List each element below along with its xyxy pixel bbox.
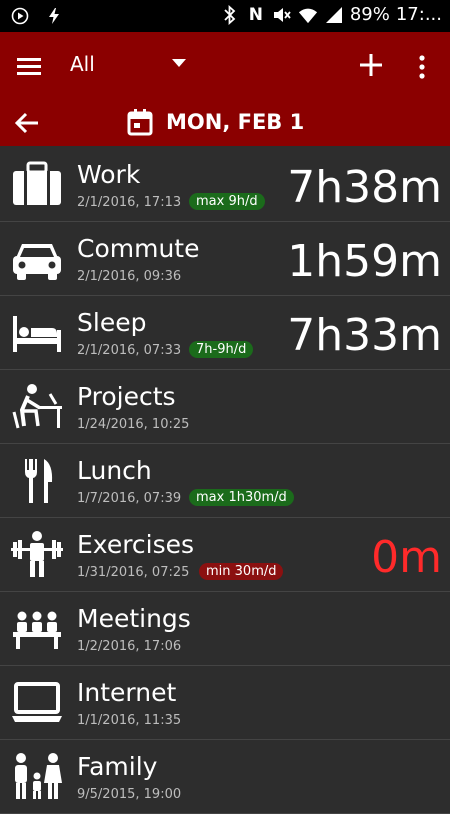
limit-badge: max 1h30m/d <box>189 489 294 506</box>
activity-duration: 7h33m <box>287 310 442 361</box>
menu-icon[interactable] <box>16 54 42 80</box>
list-item[interactable]: Work 2/1/2016, 17:13 max 9h/d 7h38m <box>0 148 450 222</box>
fork-knife-icon <box>10 456 64 506</box>
activity-list: Work 2/1/2016, 17:13 max 9h/d 7h38m Comm… <box>0 148 450 814</box>
activity-name: Lunch <box>77 456 152 485</box>
list-item[interactable]: Sleep 2/1/2016, 07:33 7h-9h/d 7h33m <box>0 296 450 370</box>
current-date[interactable]: MON, FEB 1 <box>166 110 304 134</box>
back-arrow-icon[interactable] <box>14 110 40 136</box>
activity-name: Sleep <box>77 308 147 337</box>
car-icon <box>10 234 64 284</box>
battery-level: 89% <box>349 4 390 25</box>
play-notification-icon <box>10 6 30 26</box>
activity-timestamp: 1/1/2016, 11:35 <box>77 713 182 728</box>
mute-icon <box>272 5 292 25</box>
activity-duration: 0m <box>371 532 442 583</box>
list-item[interactable]: Internet 1/1/2016, 11:35 <box>0 666 450 740</box>
activity-name: Meetings <box>77 604 191 633</box>
calendar-icon[interactable] <box>126 108 154 136</box>
limit-badge: min 30m/d <box>199 563 284 580</box>
family-icon <box>10 752 64 802</box>
nfc-icon: N <box>248 4 263 25</box>
limit-badge: max 9h/d <box>189 193 265 210</box>
list-item[interactable]: Meetings 1/2/2016, 17:06 <box>0 592 450 666</box>
flash-icon <box>44 6 64 26</box>
list-item[interactable]: Projects 1/24/2016, 10:25 <box>0 370 450 444</box>
laptop-icon <box>10 678 64 728</box>
activity-timestamp: 1/2/2016, 17:06 <box>77 639 182 654</box>
briefcase-icon <box>10 160 64 210</box>
status-bar: N 89% 17:... <box>0 0 450 32</box>
activity-timestamp: 1/31/2016, 07:25 <box>77 565 190 580</box>
activity-timestamp: 1/7/2016, 07:39 <box>77 491 182 506</box>
activity-name: Work <box>77 160 141 189</box>
activity-timestamp: 1/24/2016, 10:25 <box>77 417 190 432</box>
signal-icon <box>324 5 344 25</box>
activity-duration: 7h38m <box>287 162 442 213</box>
date-bar: MON, FEB 1 <box>0 102 450 146</box>
wifi-icon <box>298 5 318 25</box>
activity-timestamp: 2/1/2016, 07:33 <box>77 343 182 358</box>
activity-timestamp: 2/1/2016, 17:13 <box>77 195 182 210</box>
list-item[interactable]: Lunch 1/7/2016, 07:39 max 1h30m/d <box>0 444 450 518</box>
clock: 17:... <box>395 4 442 25</box>
add-icon[interactable] <box>356 50 386 80</box>
list-item[interactable]: Exercises 1/31/2016, 07:25 min 30m/d 0m <box>0 518 450 592</box>
weightlifting-icon <box>10 530 64 580</box>
more-options-icon[interactable] <box>414 52 430 82</box>
activity-timestamp: 2/1/2016, 09:36 <box>77 269 182 284</box>
bed-icon <box>10 308 64 358</box>
dropdown-arrow-icon[interactable] <box>172 59 186 67</box>
person-at-desk-icon <box>10 382 64 432</box>
limit-badge: 7h-9h/d <box>189 341 254 358</box>
activity-name: Commute <box>77 234 200 263</box>
activity-name: Exercises <box>77 530 195 559</box>
meeting-icon <box>10 604 64 654</box>
activity-duration: 1h59m <box>287 236 442 287</box>
activity-name: Internet <box>77 678 177 707</box>
app-toolbar: All <box>0 32 450 102</box>
list-item[interactable]: Family 9/5/2015, 19:00 <box>0 740 450 814</box>
bluetooth-icon <box>220 4 240 25</box>
activity-name: Family <box>77 752 158 781</box>
filter-dropdown[interactable]: All <box>70 52 95 76</box>
activity-name: Projects <box>77 382 176 411</box>
list-item[interactable]: Commute 2/1/2016, 09:36 1h59m <box>0 222 450 296</box>
